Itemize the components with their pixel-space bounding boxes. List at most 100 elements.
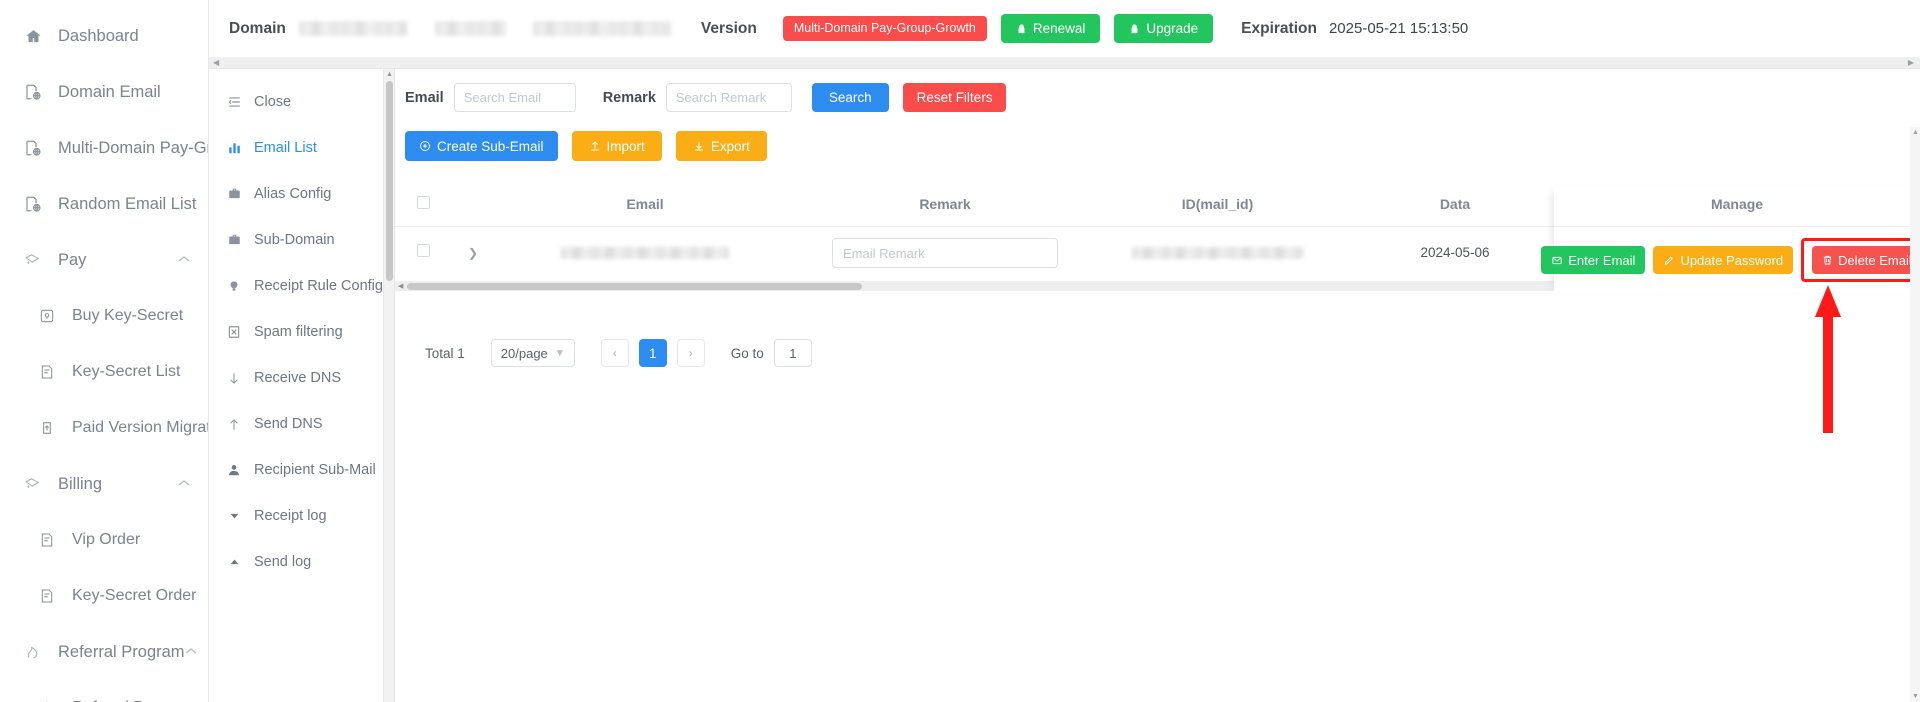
column-header-data: Data	[1340, 186, 1570, 227]
download-icon	[693, 140, 705, 152]
submenu-item-sub-domain[interactable]: Sub-Domain	[209, 217, 383, 263]
submenu-item-receive-dns[interactable]: Receive DNS	[209, 355, 383, 401]
column-header-manage: Manage	[1554, 186, 1920, 227]
submenu-item-recipient-sub-mail[interactable]: Recipient Sub-Mail	[209, 447, 383, 493]
create-sub-email-button[interactable]: Create Sub-Email	[405, 131, 558, 161]
pagination-bar: Total 1 20/page ▼ ‹ 1 › Go to	[395, 291, 1920, 367]
top-horizontal-scrollbar[interactable]: ◀ ▶	[209, 58, 1920, 69]
import-label: Import	[606, 138, 645, 154]
envelope-icon	[1551, 255, 1563, 266]
sidebar-item-label: Dashboard	[58, 26, 139, 45]
select-all-header	[395, 186, 451, 227]
delete-email-button[interactable]: Delete Email	[1812, 246, 1920, 274]
scroll-left-icon[interactable]: ◀	[213, 59, 219, 67]
chevron-right-icon[interactable]: ❯	[468, 246, 478, 260]
page-size-select[interactable]: 20/page ▼	[490, 339, 575, 367]
sidebar-item-buy-key-secret[interactable]: Buy Key-Secret	[0, 288, 208, 344]
user-icon	[225, 463, 243, 477]
sidebar-item-domain-email[interactable]: Domain Email	[0, 64, 208, 120]
submenu-item-close[interactable]: Close	[209, 79, 383, 125]
version-badge: Multi-Domain Pay-Group-Growth	[782, 16, 987, 41]
sidebar-item-key-secret-list[interactable]: Key-Secret List	[0, 344, 208, 400]
submenu-item-label: Spam filtering	[254, 324, 343, 340]
domain-label: Domain	[229, 19, 286, 37]
sidebar-item-dashboard[interactable]: Dashboard	[0, 8, 208, 64]
scroll-up-icon[interactable]: ▲	[386, 71, 393, 78]
column-header-mail-id: ID(mail_id)	[1095, 186, 1340, 227]
table-scroll-left-icon[interactable]: ◀	[398, 282, 403, 290]
sidebar-item-paid-version-migration[interactable]: Paid Version Migration	[0, 400, 208, 456]
goto-page-input[interactable]	[773, 339, 812, 367]
email-filter-label: Email	[405, 89, 444, 106]
table-scroll-thumb[interactable]	[407, 282, 862, 290]
sidebar-item-label: Domain Email	[58, 82, 161, 101]
submenu-item-label: Close	[254, 94, 292, 110]
menu-collapse-icon	[225, 95, 243, 109]
select-all-checkbox[interactable]	[416, 196, 430, 209]
sidebar-item-multi-domain-pay-group[interactable]: Multi-Domain Pay-Group	[0, 120, 208, 176]
reset-filters-button[interactable]: Reset Filters	[902, 83, 1007, 112]
sidebar-group-pay[interactable]: Pay	[0, 232, 208, 288]
sidebar-item-label: Billing	[58, 474, 103, 493]
enter-email-button[interactable]: Enter Email	[1541, 246, 1646, 274]
submenu-item-send-log[interactable]: Send log	[209, 539, 383, 585]
pay-icon	[22, 249, 44, 271]
create-sub-email-label: Create Sub-Email	[437, 138, 544, 154]
import-button[interactable]: Import	[571, 131, 662, 161]
page-scroll-down-icon[interactable]: ▼	[1912, 693, 1919, 700]
sidebar-item-random-email-list[interactable]: Random Email List	[0, 176, 208, 232]
submenu-item-receipt-rule-config[interactable]: Receipt Rule Config	[209, 263, 383, 309]
row-checkbox[interactable]	[416, 244, 430, 257]
chevron-down-icon: ▼	[554, 347, 565, 359]
sidebar-item-label: Multi-Domain Pay-Group	[58, 138, 208, 157]
sidebar-group-referral-program[interactable]: Referral Program	[0, 624, 208, 680]
delete-email-label: Delete Email	[1838, 252, 1912, 268]
briefcase-icon	[225, 187, 243, 201]
enter-email-label: Enter Email	[1568, 252, 1636, 268]
arrow-down-icon	[225, 371, 243, 386]
page-vertical-scrollbar[interactable]: ▲ ▼	[1910, 127, 1920, 702]
sidebar-group-billing[interactable]: Billing	[0, 456, 208, 512]
plus-circle-icon	[419, 140, 431, 152]
sidebar-item-key-secret-order[interactable]: Key-Secret Order	[0, 568, 208, 624]
upload-icon	[589, 140, 601, 152]
submenu-item-alias-config[interactable]: Alias Config	[209, 171, 383, 217]
sidebar-item-label: Paid Version Migration	[72, 419, 208, 436]
sidebar-item-vip-order[interactable]: Vip Order	[0, 512, 208, 568]
upgrade-label: Upgrade	[1146, 21, 1199, 36]
search-remark-input[interactable]	[665, 83, 792, 112]
home-icon	[22, 25, 44, 47]
search-email-input[interactable]	[453, 83, 576, 112]
submenu-item-send-dns[interactable]: Send DNS	[209, 401, 383, 447]
arrow-up-icon	[225, 417, 243, 432]
email-table-area: Email Remark ID(mail_id) Data ❯ Email Re…	[395, 186, 1920, 293]
action-bar: Create Sub-Email Import Export	[395, 112, 1920, 161]
panel-vertical-scrollbar[interactable]: ▲	[384, 69, 395, 702]
prev-page-button[interactable]: ‹	[600, 339, 629, 367]
next-page-button[interactable]: ›	[676, 339, 705, 367]
submenu-item-label: Send log	[254, 554, 312, 570]
bar-chart-icon	[225, 141, 243, 155]
submenu-item-label: Alias Config	[254, 186, 332, 202]
page-scroll-up-icon[interactable]: ▲	[1912, 129, 1919, 136]
submenu-item-receipt-log[interactable]: Receipt log	[209, 493, 383, 539]
page-number-1[interactable]: 1	[638, 339, 667, 367]
triangle-down-icon	[225, 511, 243, 521]
sidebar-item-referral-program[interactable]: Referral Program	[0, 680, 208, 702]
scroll-right-icon[interactable]: ▶	[1908, 59, 1914, 67]
update-password-button[interactable]: Update Password	[1653, 246, 1794, 274]
section-submenu: Close Email List Alias Config Sub-Domain…	[209, 69, 384, 702]
upgrade-button[interactable]: Upgrade	[1114, 14, 1214, 43]
scroll-thumb[interactable]	[386, 81, 393, 281]
briefcase-icon	[225, 233, 243, 247]
export-button[interactable]: Export	[675, 131, 767, 161]
search-button[interactable]: Search	[811, 83, 889, 112]
sidebar-item-label: Key-Secret List	[72, 363, 181, 380]
submenu-item-email-list[interactable]: Email List	[209, 125, 383, 171]
domain-value-redacted-2	[434, 21, 507, 36]
table-horizontal-scrollbar[interactable]: ◀ ▶	[395, 281, 1570, 291]
email-remark-input[interactable]	[832, 238, 1058, 268]
submenu-item-spam-filtering[interactable]: Spam filtering	[209, 309, 383, 355]
bulb-icon	[225, 279, 243, 293]
renewal-button[interactable]: Renewal	[1000, 14, 1101, 43]
